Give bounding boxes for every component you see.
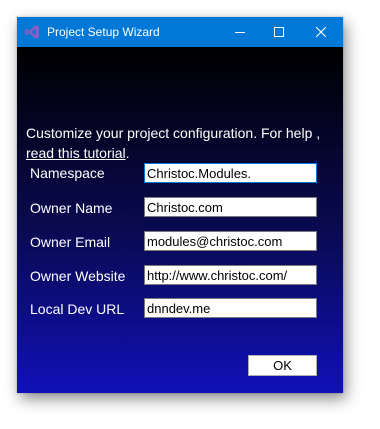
owner-website-field[interactable] [144,265,317,285]
wizard-body: Customize your project configuration. Fo… [17,47,343,393]
close-button[interactable] [304,17,338,47]
owner-website-label: Owner Website [30,268,126,284]
local-dev-url-label: Local Dev URL [30,301,125,317]
maximize-icon [274,27,284,37]
close-icon [316,27,326,37]
namespace-label: Namespace [30,165,105,181]
minimize-button[interactable] [223,17,257,47]
owner-name-field[interactable] [144,197,317,217]
namespace-field[interactable] [144,163,317,183]
title-bar[interactable]: Project Setup Wizard [17,17,343,47]
minimize-icon [235,32,245,33]
project-setup-wizard-window: Project Setup Wizard Customize your proj… [17,17,343,393]
owner-name-label: Owner Name [30,200,113,216]
intro-text: Customize your project configuration. Fo… [26,123,341,163]
ok-button[interactable]: OK [248,355,317,376]
tutorial-link[interactable]: read this tutorial [26,145,126,161]
owner-email-label: Owner Email [30,234,111,250]
intro-suffix: . [125,145,130,161]
owner-email-field[interactable] [144,231,317,251]
visual-studio-icon [25,25,39,39]
intro-message: Customize your project configuration. Fo… [26,125,321,141]
window-title: Project Setup Wizard [47,25,160,39]
maximize-button[interactable] [262,17,296,47]
local-dev-url-field[interactable] [144,298,317,318]
